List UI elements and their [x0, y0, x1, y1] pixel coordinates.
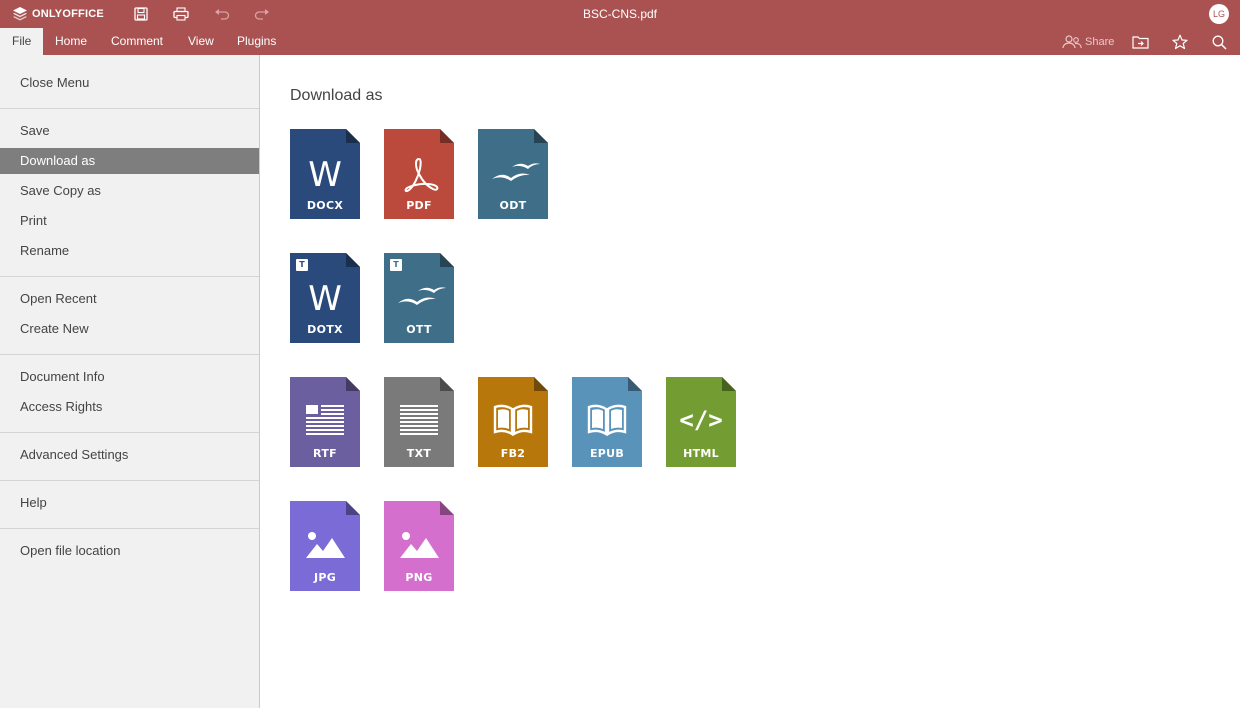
format-jpg-button[interactable]: JPG — [290, 501, 360, 591]
format-label: PNG — [405, 571, 433, 584]
menu-open-file-location[interactable]: Open file location — [0, 538, 259, 564]
menu-access-rights[interactable]: Access Rights — [0, 394, 259, 420]
menu-divider — [0, 276, 259, 277]
format-txt-button[interactable]: TXT — [384, 377, 454, 467]
favorite-star-icon[interactable] — [1171, 33, 1189, 51]
book-icon — [493, 404, 533, 437]
format-label: DOCX — [306, 199, 344, 212]
tab-view[interactable]: View — [176, 28, 226, 55]
brand-name: ONLYOFFICE — [32, 8, 104, 20]
book-icon — [587, 404, 627, 437]
tab-home[interactable]: Home — [43, 28, 99, 55]
format-label: JPG — [313, 571, 337, 584]
file-menu-panel: Close Menu Save Download as Save Copy as… — [0, 55, 260, 708]
save-icon[interactable] — [132, 5, 150, 23]
word-icon: W — [308, 155, 342, 195]
menu-save-copy-as[interactable]: Save Copy as — [0, 178, 259, 204]
format-label: OTT — [406, 323, 432, 336]
share-button[interactable]: Share — [1062, 34, 1114, 50]
format-label: PDF — [406, 199, 432, 212]
format-label: ODT — [499, 199, 527, 212]
format-dotx-button[interactable]: W T DOTX — [290, 253, 360, 343]
menu-document-info[interactable]: Document Info — [0, 364, 259, 390]
format-odt-button[interactable]: ODT — [478, 129, 548, 219]
menu-help[interactable]: Help — [0, 490, 259, 516]
menu-close[interactable]: Close Menu — [0, 70, 259, 96]
menu-download-as[interactable]: Download as — [0, 148, 259, 174]
open-location-icon[interactable] — [1131, 33, 1149, 51]
undo-icon[interactable] — [213, 5, 231, 23]
format-label: DOTX — [307, 323, 343, 336]
title-bar: ONLYOFFICE BSC-CNS.pdf LG — [0, 0, 1240, 28]
print-icon[interactable] — [172, 5, 190, 23]
template-badge: T — [390, 259, 402, 271]
format-label: TXT — [406, 447, 432, 460]
format-fb2-button[interactable]: FB2 — [478, 377, 548, 467]
tab-plugins[interactable]: Plugins — [225, 28, 288, 55]
svg-text:W: W — [308, 155, 342, 195]
format-ott-button[interactable]: T OTT — [384, 253, 454, 343]
menu-divider — [0, 528, 259, 529]
format-label: EPUB — [589, 447, 625, 460]
svg-text:W: W — [308, 279, 342, 319]
format-docx-button[interactable]: W DOCX — [290, 129, 360, 219]
code-icon: </> — [679, 406, 722, 434]
menu-bar: File Home Comment View Plugins Share — [0, 28, 1240, 55]
template-badge: T — [296, 259, 308, 271]
format-png-button[interactable]: PNG — [384, 501, 454, 591]
menu-divider — [0, 432, 259, 433]
tab-file[interactable]: File — [0, 28, 44, 55]
menu-divider — [0, 480, 259, 481]
svg-text:</>: </> — [679, 406, 722, 434]
menu-create-new[interactable]: Create New — [0, 316, 259, 342]
menu-rename[interactable]: Rename — [0, 238, 259, 264]
menu-print[interactable]: Print — [0, 208, 259, 234]
menu-divider — [0, 354, 259, 355]
user-avatar[interactable]: LG — [1209, 4, 1229, 24]
menu-open-recent[interactable]: Open Recent — [0, 286, 259, 312]
menu-save[interactable]: Save — [0, 118, 259, 144]
format-epub-button[interactable]: EPUB — [572, 377, 642, 467]
menu-divider — [0, 108, 259, 109]
menu-advanced-settings[interactable]: Advanced Settings — [0, 442, 259, 468]
app-logo: ONLYOFFICE — [12, 6, 104, 22]
format-label: RTF — [313, 447, 337, 460]
word-icon: W — [308, 279, 342, 319]
search-icon[interactable] — [1210, 33, 1228, 51]
share-label: Share — [1085, 36, 1115, 48]
format-html-button[interactable]: </> HTML — [666, 377, 736, 467]
onlyoffice-logo-icon — [13, 7, 27, 21]
format-pdf-button[interactable]: PDF — [384, 129, 454, 219]
format-rtf-button[interactable]: RTF — [290, 377, 360, 467]
redo-icon[interactable] — [253, 5, 271, 23]
share-users-icon — [1062, 35, 1082, 49]
tab-comment[interactable]: Comment — [99, 28, 175, 55]
format-label: FB2 — [500, 447, 526, 460]
page-title: Download as — [290, 87, 383, 104]
format-label: HTML — [683, 447, 719, 460]
